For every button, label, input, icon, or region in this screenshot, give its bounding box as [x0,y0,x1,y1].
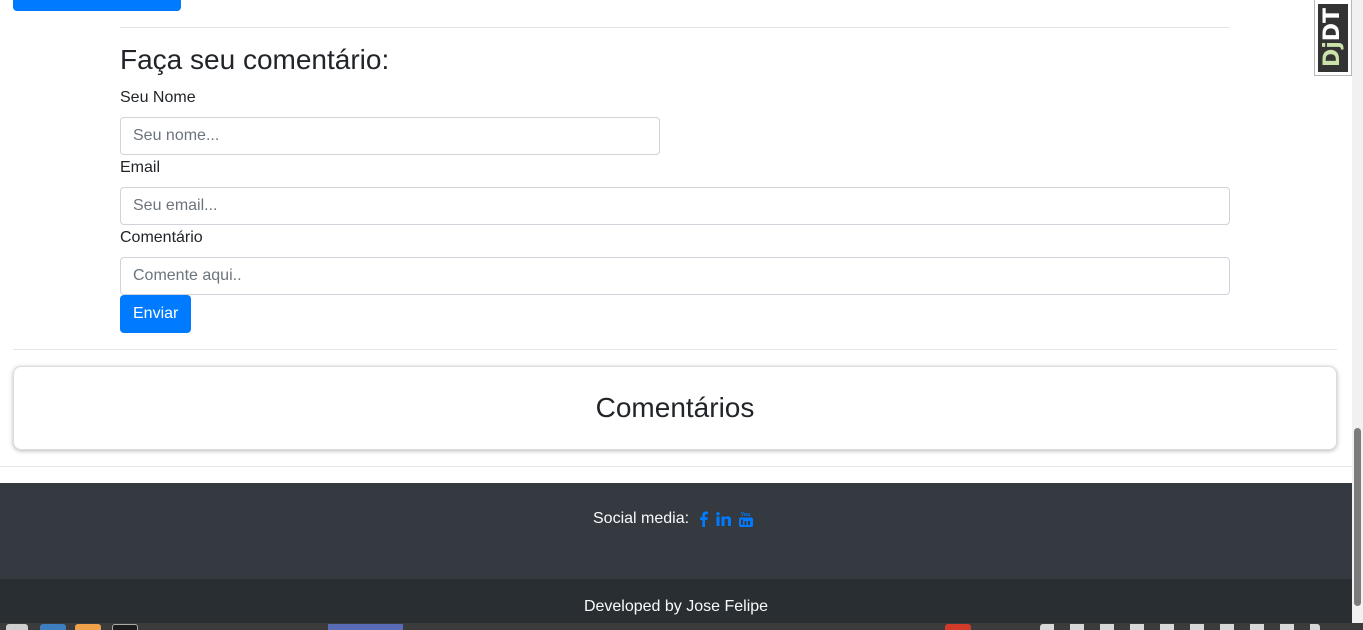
divider-bottom [0,466,1352,467]
taskbar-terminal-icon[interactable] [112,624,138,630]
comment-input[interactable] [120,257,1230,295]
form-title: Faça seu comentário: [120,44,390,75]
divider-top [120,27,1230,28]
comments-title: Comentários [595,392,755,423]
credit-text: Developed by Jose Felipe [583,598,769,615]
submit-button[interactable]: Enviar [120,295,192,333]
debug-toolbar-handle[interactable]: DjDT [1314,0,1352,76]
email-label: Email [120,159,161,176]
scrollbar-thumb[interactable] [1354,428,1361,606]
debug-toolbar-label: DjDT [1320,7,1346,68]
taskbar-app-icon[interactable] [75,624,101,630]
social-row: Social media: You [593,510,754,528]
taskbar-active-window[interactable] [328,624,403,630]
name-label: Seu Nome [120,89,196,106]
taskbar-menu-icon[interactable] [6,624,28,630]
top-button-fragment[interactable] [13,0,181,11]
svg-text:You: You [741,512,751,518]
comment-label: Comentário [120,229,203,246]
social-label: Social media: [593,510,690,527]
tray-icon[interactable] [945,624,971,630]
debug-toolbar-logo: DjDT [1318,3,1348,72]
system-tray-icons[interactable] [1040,624,1320,630]
os-taskbar [0,623,1363,630]
footer-credit: Developed by Jose Felipe [0,579,1352,623]
name-input[interactable] [120,117,660,155]
linkedin-icon[interactable] [716,512,732,526]
youtube-icon[interactable]: You [739,511,754,527]
divider-middle [13,349,1337,350]
email-input[interactable] [120,187,1230,225]
taskbar-app-icon[interactable] [40,624,66,630]
footer-social: Social media: You [0,483,1352,579]
comments-card: Comentários [13,366,1337,450]
page: Faça seu comentário: Seu Nome Email Come… [0,0,1363,630]
page-scrollbar[interactable] [1352,0,1363,623]
facebook-icon[interactable] [699,511,709,527]
